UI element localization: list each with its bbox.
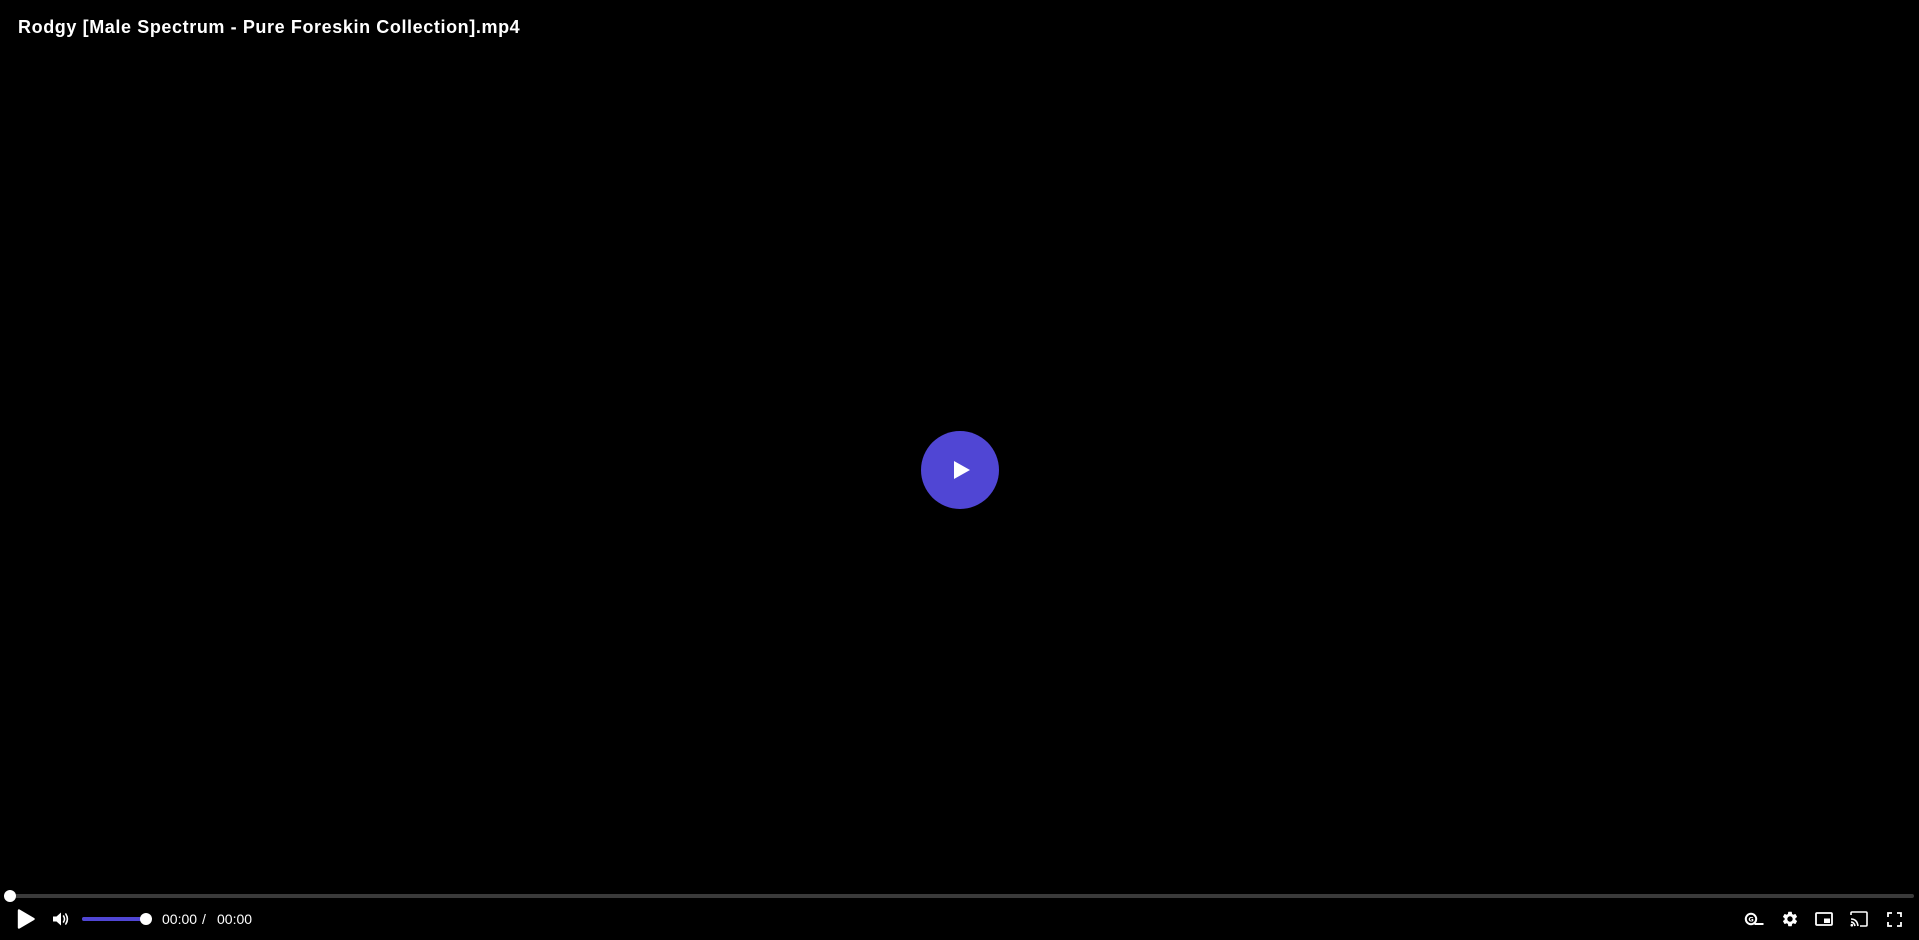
picture-in-picture-icon [1815,912,1833,926]
seek-bar[interactable] [4,890,1914,902]
duration: 00:00 [217,911,253,927]
cast-button[interactable] [1847,904,1871,934]
gear-icon [1782,911,1798,927]
video-player[interactable]: Rodgy [Male Spectrum - Pure Foreskin Col… [0,0,1919,940]
fullscreen-button[interactable] [1882,904,1906,934]
settings-button[interactable] [1778,904,1802,934]
cast-icon [1850,911,1868,927]
play-icon [17,909,35,929]
volume-fill [82,917,146,921]
seek-track [10,894,1914,898]
big-play-button[interactable] [921,431,999,509]
mute-button[interactable] [50,904,72,934]
play-button[interactable] [13,904,39,934]
volume-handle[interactable] [140,913,152,925]
fullscreen-icon [1886,911,1902,927]
captions-icon: G [1744,912,1764,926]
current-time: 00:00 [162,911,198,927]
play-icon [954,461,970,479]
seek-handle[interactable] [4,890,16,902]
pip-button[interactable] [1812,904,1836,934]
captions-button[interactable]: G [1742,904,1766,934]
video-title: Rodgy [Male Spectrum - Pure Foreskin Col… [18,17,521,37]
svg-text:G: G [1748,915,1753,923]
control-bar: 00:00 / 00:00 G [0,904,1919,934]
time-separator: / [202,911,206,927]
volume-slider[interactable] [82,913,152,925]
volume-icon [53,912,69,926]
